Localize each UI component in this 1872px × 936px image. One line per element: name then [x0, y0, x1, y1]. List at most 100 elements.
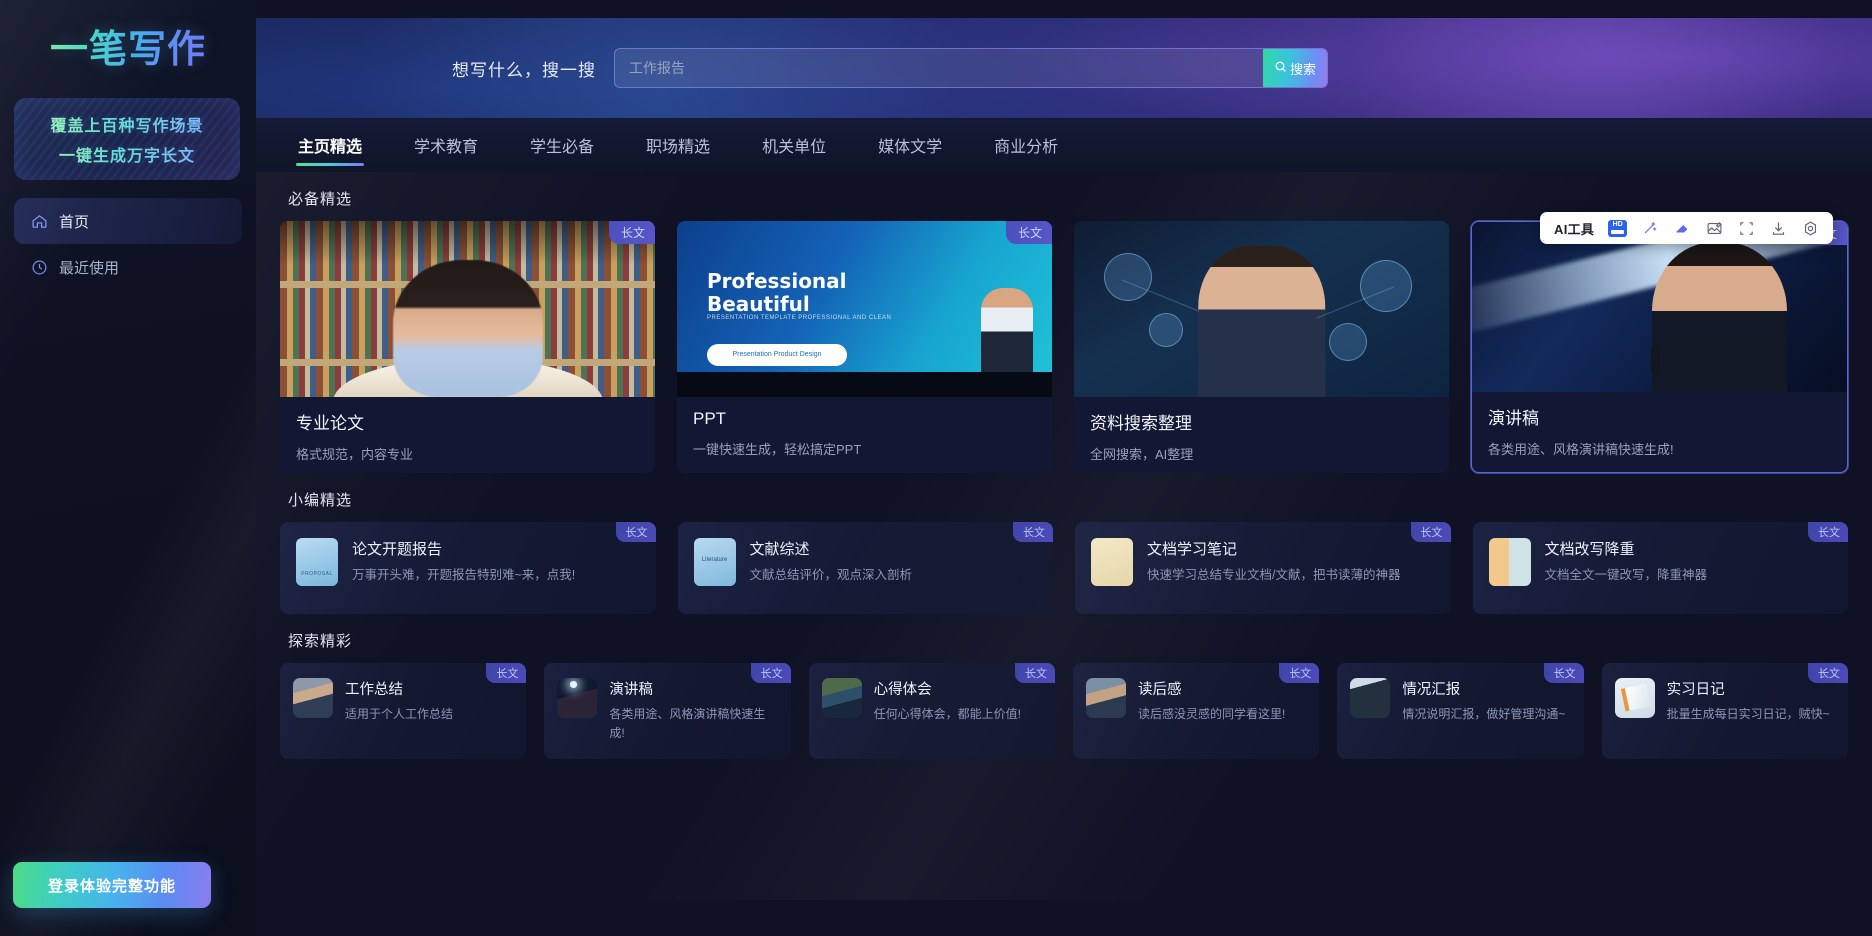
eraser-icon[interactable] — [1673, 219, 1691, 237]
card-book-report[interactable]: 长文 读后感 读后感没灵感的同学看这里! — [1072, 663, 1320, 759]
card-desc: 情况说明汇报，做好管理沟通~ — [1402, 707, 1566, 721]
ppt-slide-subtitle: PRESENTATION TEMPLATE PROFESSIONAL AND C… — [707, 314, 892, 321]
promo-line-2: 一键生成万字长文 — [59, 142, 195, 166]
card-thesis-proposal[interactable]: 长文 论文开题报告 万事开头难，开题报告特别难~来，点我! — [280, 522, 656, 614]
promo-banner: 覆盖上百种写作场景 一键生成万字长文 — [14, 98, 240, 180]
clock-icon — [30, 258, 48, 276]
content-area: 必备精选 长文 专业论文 格式规范，内容专业 长文 Professional B… — [256, 172, 1872, 900]
speaker-scene-image — [1472, 222, 1847, 392]
sidebar-item-recent-label: 最近使用 — [59, 259, 120, 277]
speech-thumbnail-icon — [557, 678, 598, 718]
app-logo-text: 一笔写作 — [50, 18, 206, 73]
tab-home-featured[interactable]: 主页精选 — [272, 118, 388, 172]
card-speech-draft[interactable]: 长文 演讲稿 各类用途、风格演讲稿快速生成! — [1471, 221, 1848, 473]
card-work-summary[interactable]: 长文 工作总结 适用于个人工作总结 — [280, 663, 527, 759]
badge-long-text: 长文 — [750, 663, 791, 683]
search-icon — [1274, 60, 1287, 76]
login-button[interactable]: 登录体验完整功能 — [13, 862, 211, 908]
card-speech-draft-small[interactable]: 长文 演讲稿 各类用途、风格演讲稿快速生成! — [544, 663, 791, 759]
section-title-editor-picks: 小编精选 — [288, 492, 353, 509]
data-network-scene-image — [1074, 221, 1449, 397]
speaker-figure — [1652, 242, 1787, 392]
card-title: 专业论文 — [296, 414, 364, 433]
insights-thumbnail-icon — [821, 678, 862, 718]
explore-card-row: 长文 工作总结 适用于个人工作总结 长文 演讲稿 各类用途、风格演讲稿快速生成! — [280, 663, 1848, 759]
card-title: 情况汇报 — [1402, 682, 1461, 698]
magic-wand-icon[interactable] — [1641, 219, 1659, 237]
sidebar: 一笔写作 覆盖上百种写作场景 一键生成万字长文 首页 最近使用 登录体验完整功能 — [0, 0, 256, 936]
card-situation-report[interactable]: 长文 情况汇报 情况说明汇报，做好管理沟通~ — [1337, 663, 1584, 759]
card-ppt[interactable]: 长文 Professional Beautiful PRESENTATION T… — [677, 221, 1052, 473]
card-desc: 批量生成每日实习日记，贼快~ — [1666, 707, 1830, 721]
network-bubble — [1359, 259, 1412, 312]
card-title: PPT — [693, 409, 727, 428]
card-rewrite-reduce[interactable]: 长文 文档改写降重 文档全文一键改写，降重神器 — [1472, 522, 1848, 614]
card-desc: 适用于个人工作总结 — [345, 707, 454, 721]
section-title-explore: 探索精彩 — [288, 633, 353, 650]
card-desc: 文档全文一键改写，降重神器 — [1544, 568, 1708, 582]
image-edit-icon[interactable] — [1705, 219, 1723, 237]
card-image-data-search — [1074, 221, 1449, 397]
hd-icon[interactable]: HD — [1608, 219, 1628, 237]
badge-long-text: 长文 — [615, 522, 656, 542]
ai-tools-label: AI工具 — [1554, 221, 1595, 237]
card-title: 演讲稿 — [1488, 409, 1539, 428]
situation-report-thumbnail-icon — [1350, 678, 1391, 718]
ai-tools-toolbar[interactable]: AI工具 HD — [1540, 212, 1834, 244]
card-title: 论文开题报告 — [352, 541, 443, 558]
card-data-search[interactable]: 资料搜索整理 全网搜索，AI整理 — [1074, 221, 1449, 473]
search-button[interactable]: 搜索 — [1263, 49, 1327, 87]
sidebar-nav: 首页 最近使用 — [0, 198, 256, 290]
sidebar-item-recent[interactable]: 最近使用 — [14, 244, 242, 290]
ppt-slide-button: Presentation Product Design — [707, 344, 847, 367]
card-internship-diary[interactable]: 长文 实习日记 批量生成每日实习日记，贼快~ — [1601, 663, 1848, 759]
card-desc: 格式规范，内容专业 — [296, 447, 414, 462]
badge-long-text: 长文 — [1013, 522, 1053, 542]
sidebar-item-home[interactable]: 首页 — [14, 198, 242, 244]
tab-media-literature[interactable]: 媒体文学 — [852, 118, 968, 172]
settings-icon[interactable] — [1801, 219, 1819, 237]
card-image-speech-draft — [1472, 222, 1847, 392]
tab-government[interactable]: 机关单位 — [736, 118, 852, 172]
card-title: 文档学习笔记 — [1147, 541, 1238, 558]
microphone-shape — [1650, 345, 1660, 375]
notes-thumbnail-icon — [1091, 538, 1133, 586]
card-study-notes[interactable]: 长文 文档学习笔记 快速学习总结专业文档/文献，把书读薄的神器 — [1075, 522, 1451, 614]
diary-thumbnail-icon — [1614, 678, 1655, 718]
card-image-ppt: Professional Beautiful PRESENTATION TEMP… — [677, 221, 1052, 397]
card-literature-review[interactable]: 长文 文献综述 文献总结评价，观点深入剖析 — [677, 522, 1053, 614]
tab-business-analysis[interactable]: 商业分析 — [968, 118, 1084, 172]
tab-student[interactable]: 学生必备 — [504, 118, 620, 172]
card-professional-paper[interactable]: 长文 专业论文 格式规范，内容专业 — [280, 221, 655, 473]
card-desc: 万事开头难，开题报告特别难~来，点我! — [352, 568, 576, 582]
promo-line-1: 覆盖上百种写作场景 — [50, 112, 203, 136]
card-image-professional-paper — [280, 221, 655, 397]
card-desc: 文献总结评价，观点深入剖析 — [749, 568, 913, 582]
badge-long-text: 长文 — [486, 663, 527, 683]
search-input[interactable] — [615, 49, 1263, 87]
tab-academic[interactable]: 学术教育 — [388, 118, 504, 172]
library-scene-image — [280, 221, 655, 397]
card-title: 文档改写降重 — [1544, 541, 1635, 558]
card-desc: 全网搜索，AI整理 — [1090, 447, 1194, 462]
download-icon[interactable] — [1769, 219, 1787, 237]
crop-icon[interactable] — [1737, 219, 1755, 237]
book-report-thumbnail-icon — [1085, 678, 1126, 718]
badge-long-text: 长文 — [1005, 221, 1052, 244]
network-bubble — [1149, 312, 1183, 347]
search-prompt-label: 想写什么，搜一搜 — [452, 60, 596, 80]
businessman-figure — [1197, 245, 1326, 397]
stage-floor — [677, 372, 1052, 397]
app-logo[interactable]: 一笔写作 — [0, 0, 256, 84]
search-box[interactable]: 搜索 — [614, 48, 1328, 88]
tab-workplace[interactable]: 职场精选 — [620, 118, 736, 172]
card-insights[interactable]: 长文 心得体会 任何心得体会，都能上价值! — [808, 663, 1055, 759]
ppt-slide-button-label: Presentation Product Design — [732, 351, 822, 359]
work-summary-thumbnail-icon — [293, 678, 333, 718]
open-book-shape — [332, 358, 603, 397]
network-bubble — [1104, 252, 1152, 301]
section-title-essentials: 必备精选 — [288, 191, 353, 208]
badge-long-text: 长文 — [1014, 663, 1055, 683]
card-title: 文献综述 — [749, 541, 810, 558]
badge-long-text: 长文 — [1410, 522, 1451, 542]
